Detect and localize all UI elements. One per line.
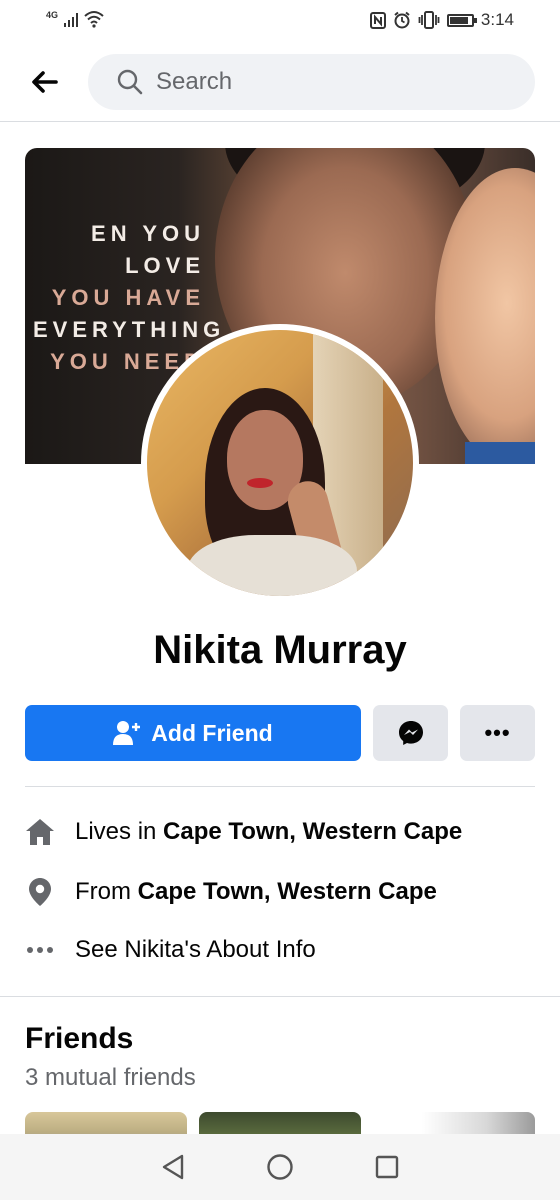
status-right: 3:14 bbox=[369, 10, 514, 30]
wifi-icon bbox=[84, 11, 104, 28]
cover-quote: EN YOU LOVE YOU HAVE EVERYTHING YOU NEED bbox=[33, 218, 226, 378]
location-pin-icon bbox=[25, 877, 55, 907]
friends-title: Friends bbox=[25, 1022, 134, 1055]
profile-picture[interactable] bbox=[141, 324, 419, 602]
nfc-icon bbox=[369, 11, 386, 29]
nav-recents-button[interactable] bbox=[367, 1147, 407, 1187]
signal-icon bbox=[64, 13, 79, 27]
cover-quote-line: EVERYTHING bbox=[33, 317, 226, 342]
search-placeholder: Search bbox=[156, 68, 233, 95]
add-friend-label: Add Friend bbox=[151, 719, 273, 746]
messenger-icon bbox=[398, 721, 423, 745]
add-friend-icon bbox=[113, 721, 141, 745]
back-arrow-icon bbox=[32, 71, 58, 93]
vibrate-icon bbox=[418, 11, 440, 29]
from-place[interactable]: Cape Town, Western Cape bbox=[138, 878, 437, 906]
lives-in-prefix: Lives in bbox=[75, 818, 164, 845]
profile-name: Nikita Murray bbox=[153, 628, 407, 672]
back-button[interactable] bbox=[24, 62, 64, 102]
status-left: 4G bbox=[46, 10, 104, 28]
network-type: 4G bbox=[46, 10, 59, 20]
more-options-button[interactable]: ••• bbox=[460, 705, 535, 761]
about-info-row[interactable]: See Nikita's About Info bbox=[25, 930, 535, 970]
status-bar: 4G 3:14 bbox=[0, 0, 560, 44]
system-nav-bar bbox=[0, 1134, 560, 1200]
from-prefix: From bbox=[75, 878, 138, 905]
avatar-top bbox=[187, 535, 357, 596]
search-input[interactable]: Search bbox=[88, 54, 535, 110]
nav-home-button[interactable] bbox=[260, 1147, 300, 1187]
cover-quote-line: EN YOU LOVE bbox=[91, 221, 205, 278]
clock: 3:14 bbox=[480, 10, 514, 29]
cover-quote-line: YOU HAVE bbox=[51, 285, 205, 310]
lives-in-place[interactable]: Cape Town, Western Cape bbox=[163, 818, 462, 846]
ellipsis-icon bbox=[25, 935, 55, 965]
mutual-friends-count[interactable]: 3 mutual friends bbox=[25, 1064, 196, 1092]
avatar-lips bbox=[247, 478, 273, 488]
alarm-icon bbox=[394, 11, 410, 29]
nav-recents-icon bbox=[375, 1155, 398, 1179]
from-row: From Cape Town, Western Cape bbox=[25, 872, 535, 912]
divider bbox=[25, 786, 535, 787]
battery-icon bbox=[446, 13, 477, 27]
top-header: Search bbox=[0, 44, 560, 122]
lives-in-row: Lives in Cape Town, Western Cape bbox=[25, 812, 535, 852]
search-icon bbox=[117, 69, 143, 95]
about-info-label: See Nikita's About Info bbox=[75, 936, 316, 963]
add-friend-button[interactable]: Add Friend bbox=[25, 705, 361, 761]
home-icon bbox=[25, 817, 55, 847]
section-divider bbox=[0, 996, 560, 997]
nav-back-button[interactable] bbox=[153, 1147, 193, 1187]
more-icon: ••• bbox=[484, 720, 511, 745]
nav-home-icon bbox=[267, 1154, 293, 1180]
nav-back-icon bbox=[163, 1154, 184, 1180]
message-button[interactable] bbox=[373, 705, 448, 761]
cover-shirt-shape bbox=[465, 442, 535, 464]
